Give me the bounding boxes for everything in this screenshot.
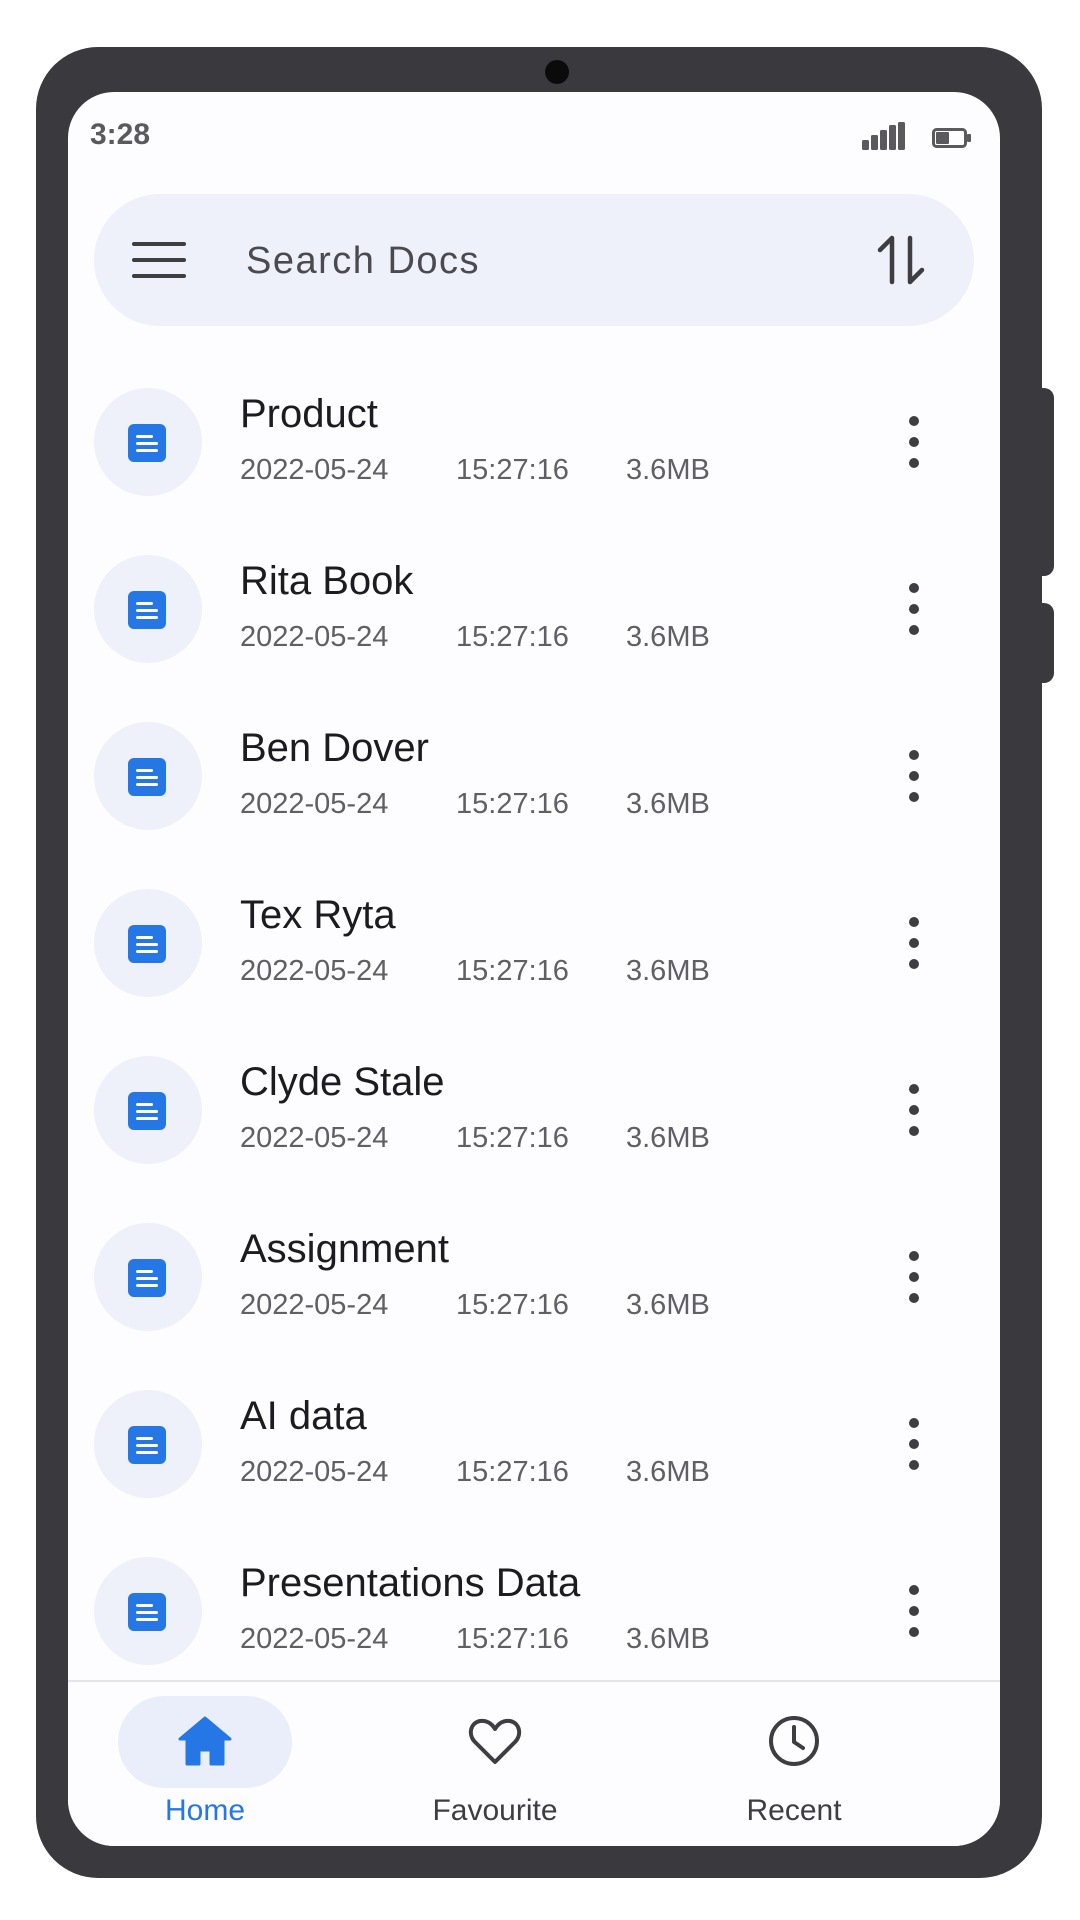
document-size: 3.6MB bbox=[626, 1289, 710, 1321]
nav-recent-label: Recent bbox=[746, 1794, 842, 1827]
document-date: 2022-05-24 bbox=[240, 621, 389, 653]
document-title: Product bbox=[240, 392, 378, 436]
camera-icon bbox=[545, 60, 569, 84]
document-time: 15:27:16 bbox=[456, 955, 569, 987]
nav-home-label: Home bbox=[164, 1794, 246, 1827]
status-time: 3:28 bbox=[90, 118, 151, 151]
document-size: 3.6MB bbox=[626, 621, 710, 653]
more-vertical-icon[interactable] bbox=[894, 412, 934, 472]
document-title: Rita Book bbox=[240, 559, 414, 603]
document-date: 2022-05-24 bbox=[240, 955, 389, 987]
document-icon bbox=[128, 1426, 166, 1464]
more-vertical-icon[interactable] bbox=[894, 1080, 934, 1140]
sort-icon[interactable] bbox=[872, 230, 932, 290]
volume-button bbox=[1036, 388, 1054, 576]
app-screen: 3:28 Product2022-05-2415:27:163.6MBRita … bbox=[68, 92, 1000, 1846]
document-time: 15:27:16 bbox=[456, 1289, 569, 1321]
document-title: AI data bbox=[240, 1394, 367, 1438]
nav-recent[interactable]: Recent bbox=[734, 1682, 854, 1846]
signal-icon bbox=[862, 122, 905, 150]
document-date: 2022-05-24 bbox=[240, 1289, 389, 1321]
document-date: 2022-05-24 bbox=[240, 1122, 389, 1154]
more-vertical-icon[interactable] bbox=[894, 579, 934, 639]
document-size: 3.6MB bbox=[626, 788, 710, 820]
document-avatar bbox=[94, 388, 202, 496]
document-date: 2022-05-24 bbox=[240, 788, 389, 820]
document-icon bbox=[128, 1092, 166, 1130]
document-avatar bbox=[94, 889, 202, 997]
document-date: 2022-05-24 bbox=[240, 454, 389, 486]
document-avatar bbox=[94, 722, 202, 830]
list-item[interactable]: Product 2022-05-24 15:27:16 3.6MB bbox=[68, 374, 1000, 541]
document-size: 3.6MB bbox=[626, 1122, 710, 1154]
document-date: 2022-05-24 bbox=[240, 1623, 389, 1655]
nav-favourite[interactable]: Favourite bbox=[408, 1682, 582, 1846]
document-avatar bbox=[94, 1223, 202, 1331]
more-vertical-icon[interactable] bbox=[894, 746, 934, 806]
more-vertical-icon[interactable] bbox=[894, 1581, 934, 1641]
battery-icon bbox=[932, 128, 971, 148]
document-list: Product 2022-05-24 15:27:16 3.6MB Rita Book 2… bbox=[68, 374, 1000, 1674]
list-item[interactable]: Assignment 2022-05-24 15:27:16 3.6MB bbox=[68, 1209, 1000, 1376]
document-time: 15:27:16 bbox=[456, 788, 569, 820]
list-item[interactable]: Clyde Stale 2022-05-24 15:27:16 3.6MB bbox=[68, 1042, 1000, 1209]
document-avatar bbox=[94, 1557, 202, 1665]
more-vertical-icon[interactable] bbox=[894, 1414, 934, 1474]
document-avatar bbox=[94, 555, 202, 663]
home-icon bbox=[178, 1716, 232, 1766]
document-size: 3.6MB bbox=[626, 454, 710, 486]
search-input[interactable] bbox=[244, 230, 808, 292]
list-item[interactable]: Rita Book 2022-05-24 15:27:16 3.6MB bbox=[68, 541, 1000, 708]
menu-icon[interactable] bbox=[130, 238, 188, 282]
document-icon bbox=[128, 424, 166, 462]
document-size: 3.6MB bbox=[626, 1623, 710, 1655]
document-icon bbox=[128, 1593, 166, 1631]
document-avatar bbox=[94, 1056, 202, 1164]
document-time: 15:27:16 bbox=[456, 454, 569, 486]
search-bar bbox=[94, 194, 974, 326]
clock-icon bbox=[769, 1716, 819, 1766]
heart-icon bbox=[468, 1718, 522, 1764]
document-icon bbox=[128, 925, 166, 963]
document-title: Assignment bbox=[240, 1227, 449, 1271]
document-date: 2022-05-24 bbox=[240, 1456, 389, 1488]
document-icon bbox=[128, 1259, 166, 1297]
list-item[interactable]: Presentations Data 2022-05-24 15:27:16 3.6M… bbox=[68, 1543, 1000, 1674]
document-time: 15:27:16 bbox=[456, 1456, 569, 1488]
list-item[interactable]: Ben Dover 2022-05-24 15:27:16 3.6MB bbox=[68, 708, 1000, 875]
document-time: 15:27:16 bbox=[456, 1122, 569, 1154]
document-title: Ben Dover bbox=[240, 726, 429, 770]
document-avatar bbox=[94, 1390, 202, 1498]
document-title: Presentations Data bbox=[240, 1561, 581, 1605]
bottom-navigation: Home Favourite Recent bbox=[68, 1680, 1000, 1846]
list-item[interactable]: Tex Ryta 2022-05-24 15:27:16 3.6MB bbox=[68, 875, 1000, 1042]
document-icon bbox=[128, 591, 166, 629]
list-item[interactable]: AI data 2022-05-24 15:27:16 3.6MB bbox=[68, 1376, 1000, 1543]
document-icon bbox=[128, 758, 166, 796]
more-vertical-icon[interactable] bbox=[894, 1247, 934, 1307]
document-title: Tex Ryta bbox=[240, 893, 396, 937]
document-time: 15:27:16 bbox=[456, 1623, 569, 1655]
nav-favourite-label: Favourite bbox=[432, 1794, 558, 1827]
document-size: 3.6MB bbox=[626, 955, 710, 987]
power-button bbox=[1036, 603, 1054, 683]
nav-home[interactable]: Home bbox=[118, 1682, 292, 1846]
more-vertical-icon[interactable] bbox=[894, 913, 934, 973]
document-time: 15:27:16 bbox=[456, 621, 569, 653]
document-title: Clyde Stale bbox=[240, 1060, 445, 1104]
document-size: 3.6MB bbox=[626, 1456, 710, 1488]
